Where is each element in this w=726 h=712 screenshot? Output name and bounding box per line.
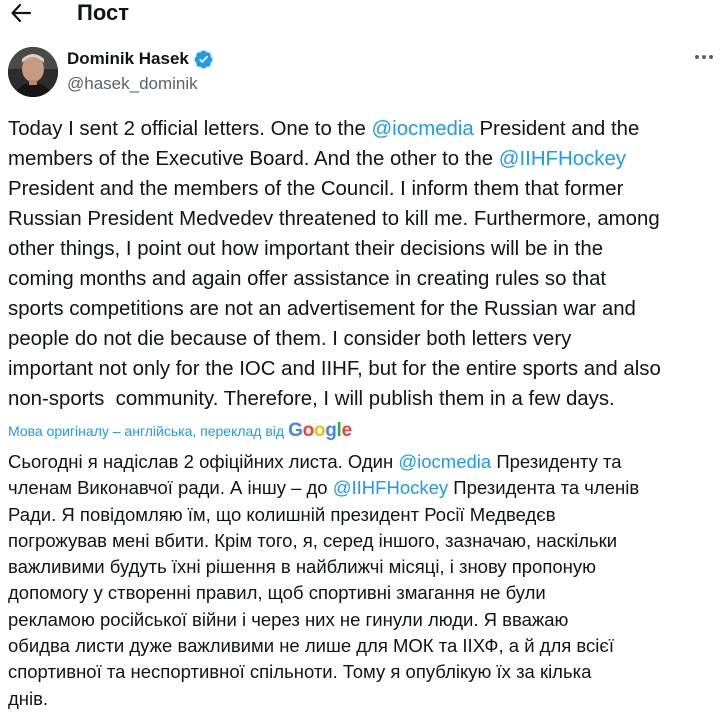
text-line: Today I sent 2 official letters. One to … [8, 114, 720, 144]
text-line: спортивної та неспортивної спільноти. То… [8, 659, 720, 685]
text-segment: погрожував мені вбити. Крім того, я, сер… [8, 529, 618, 551]
display-name[interactable]: Dominik Hasek [67, 48, 189, 70]
text-line: членам Виконавчої ради. А іншу – до @IIH… [8, 475, 720, 501]
text-segment: President and the members of the Council… [8, 178, 624, 200]
name-row: Dominik Hasek [67, 48, 214, 70]
text-segment: other things, I point out how important … [8, 238, 604, 260]
page-title: Пост [77, 0, 129, 25]
arrow-left-icon [11, 3, 32, 23]
text-segment: допомогу у створенні правил, щоб спортив… [8, 582, 546, 604]
text-line: Ради. Я повідомляю їм, що колишній прези… [8, 502, 720, 528]
text-line: non-sports community. Therefore, I will … [8, 384, 720, 414]
text-line: coming months and again offer assistance… [8, 264, 720, 294]
translation-label: Мова оригіналу – англійська, переклад ві… [8, 423, 285, 439]
text-line: днів. [8, 686, 720, 712]
text-line: sports competitions are not an advertise… [8, 294, 720, 324]
text-segment: Президента та членів [448, 477, 640, 499]
text-segment: coming months and again offer assistance… [8, 268, 607, 290]
text-line: important not only for the IOC and IIHF,… [8, 354, 720, 384]
text-segment: рекламою російської війни і через них не… [8, 608, 569, 630]
text-line: рекламою російської війни і через них не… [8, 607, 720, 633]
text-line: Russian President Medvedev threatened to… [8, 204, 720, 234]
text-segment: important not only for the IOC and IIHF,… [8, 358, 661, 380]
mention-link[interactable]: @IIHFHockey [333, 477, 448, 498]
text-segment: Russian President Medvedev threatened to… [8, 208, 660, 230]
text-line: people do not die because of them. I con… [8, 324, 720, 354]
text-line: other things, I point out how important … [8, 234, 720, 264]
text-segment: members of the Executive Board. And the … [8, 148, 499, 170]
text-line: погрожував мені вбити. Крім того, я, сер… [8, 528, 720, 554]
translation-attribution[interactable]: Мова оригіналу – англійська, переклад ві… [8, 420, 352, 442]
verified-badge-icon [194, 50, 213, 68]
handle[interactable]: @hasek_dominik [67, 73, 198, 95]
mention-link[interactable]: @IIHFHockey [499, 148, 626, 170]
text-line: members of the Executive Board. And the … [8, 144, 720, 174]
text-segment: Президенту та [491, 451, 622, 472]
text-line: Сьогодні я надіслав 2 офіційних листа. О… [8, 449, 720, 475]
text-segment: President and the [473, 118, 640, 140]
text-line: допомогу у створенні правил, щоб спортив… [8, 580, 720, 606]
text-segment: people do not die because of them. I con… [8, 328, 572, 350]
mention-link[interactable]: @iocmedia [371, 118, 473, 140]
avatar[interactable] [8, 47, 58, 97]
mention-link[interactable]: @iocmedia [398, 451, 491, 472]
text-segment: Ради. Я повідомляю їм, що колишній прези… [8, 503, 556, 525]
more-horizontal-icon [695, 55, 713, 59]
text-segment: важливими будуть їхні рішення в найближч… [8, 556, 596, 578]
text-line: President and the members of the Council… [8, 174, 720, 204]
translated-text: Сьогодні я надіслав 2 офіційних листа. О… [8, 449, 720, 712]
tweet-text: Today I sent 2 official letters. One to … [8, 114, 720, 414]
text-segment: обидва листи дуже важливими не лише для … [8, 635, 614, 657]
text-segment: Today I sent 2 official letters. One to … [8, 118, 372, 140]
text-segment: non-sports community. Therefore, I will … [8, 388, 615, 410]
top-bar: Пост [0, 0, 726, 30]
text-segment: sports competitions are not an advertise… [8, 298, 636, 320]
more-button[interactable] [690, 47, 718, 67]
author-block: Dominik Hasek @hasek_dominik [8, 45, 718, 97]
google-logo: Google [288, 420, 352, 441]
text-segment: спортивної та неспортивної спільноти. То… [8, 661, 592, 683]
text-line: обидва листи дуже важливими не лише для … [8, 633, 720, 659]
text-line: важливими будуть їхні рішення в найближч… [8, 554, 720, 580]
avatar-image [8, 47, 58, 97]
back-button[interactable] [6, 0, 36, 26]
text-segment: Сьогодні я надіслав 2 офіційних листа. О… [8, 451, 399, 472]
text-segment: членам Виконавчої ради. А іншу – до [8, 477, 333, 499]
